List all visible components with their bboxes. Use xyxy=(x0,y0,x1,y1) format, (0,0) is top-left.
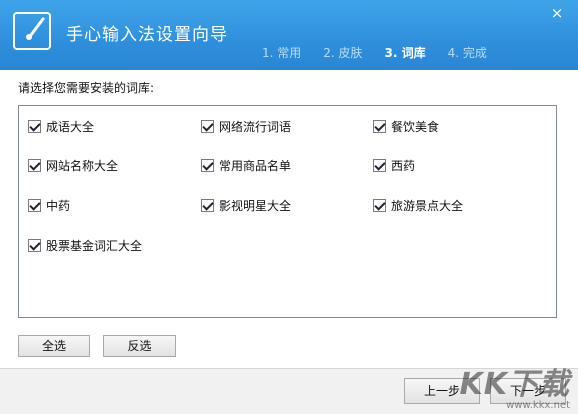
dictionary-item-movie-stars[interactable]: 影视明星大全 xyxy=(201,197,291,214)
watermark-logo-text: KK下载 xyxy=(459,367,570,402)
dictionary-prompt: 请选择您需要安装的词库: xyxy=(18,81,155,95)
dictionary-item-products[interactable]: 常用商品名单 xyxy=(201,157,291,174)
close-icon[interactable]: × xyxy=(550,6,564,21)
checkbox-checked-icon[interactable] xyxy=(201,199,214,212)
checkbox-checked-icon[interactable] xyxy=(201,120,214,133)
dictionary-item-label: 股票基金词汇大全 xyxy=(46,239,143,253)
dictionary-item-label: 网络流行词语 xyxy=(219,120,292,134)
checkbox-checked-icon[interactable] xyxy=(28,159,41,172)
step-dictionary: 3. 词库 xyxy=(384,46,426,60)
dictionary-item-tourism[interactable]: 旅游景点大全 xyxy=(373,197,463,214)
dictionary-item-food[interactable]: 餐饮美食 xyxy=(373,118,439,135)
dictionary-item-label: 常用商品名单 xyxy=(219,159,292,173)
checkbox-checked-icon[interactable] xyxy=(28,199,41,212)
step-finish: 4. 完成 xyxy=(447,46,487,60)
dictionary-item-label: 西药 xyxy=(391,159,416,173)
checkbox-checked-icon[interactable] xyxy=(28,120,41,133)
checkbox-checked-icon[interactable] xyxy=(373,120,386,133)
checkbox-checked-icon[interactable] xyxy=(373,159,386,172)
dictionary-item-label: 网站名称大全 xyxy=(46,159,119,173)
checkbox-checked-icon[interactable] xyxy=(28,239,41,252)
dictionary-item-label: 餐饮美食 xyxy=(391,120,440,134)
dictionary-item-label: 成语大全 xyxy=(46,120,95,134)
invert-selection-button[interactable]: 反选 xyxy=(103,335,176,357)
dictionary-item-label: 旅游景点大全 xyxy=(391,199,464,213)
dictionary-list: 成语大全 网络流行词语 餐饮美食 网站名称大全 常用商品名单 西药 中药 影视明… xyxy=(18,105,557,318)
wizard-steps: 1. 常用 2. 皮肤 3. 词库 4. 完成 xyxy=(262,44,509,61)
checkbox-checked-icon[interactable] xyxy=(373,199,386,212)
select-all-button[interactable]: 全选 xyxy=(18,335,90,357)
checkbox-checked-icon[interactable] xyxy=(201,159,214,172)
dictionary-item-idioms[interactable]: 成语大全 xyxy=(28,118,94,135)
window-title: 手心输入法设置向导 xyxy=(66,25,228,45)
step-common: 1. 常用 xyxy=(262,46,302,60)
dictionary-item-internet-slang[interactable]: 网络流行词语 xyxy=(201,118,291,135)
dictionary-item-websites[interactable]: 网站名称大全 xyxy=(28,157,118,174)
app-logo-icon xyxy=(13,12,51,50)
site-watermark: KK下载 www.kkx.net xyxy=(459,367,571,412)
dictionary-item-stocks-funds[interactable]: 股票基金词汇大全 xyxy=(28,237,142,254)
header-bar: 手心输入法设置向导 × 1. 常用 2. 皮肤 3. 词库 4. 完成 xyxy=(0,0,578,70)
dictionary-item-western-medicine[interactable]: 西药 xyxy=(373,157,415,174)
step-skin: 2. 皮肤 xyxy=(323,46,363,60)
dictionary-item-label: 影视明星大全 xyxy=(219,199,292,213)
dictionary-item-label: 中药 xyxy=(46,199,71,213)
dictionary-item-chinese-medicine[interactable]: 中药 xyxy=(28,197,70,214)
